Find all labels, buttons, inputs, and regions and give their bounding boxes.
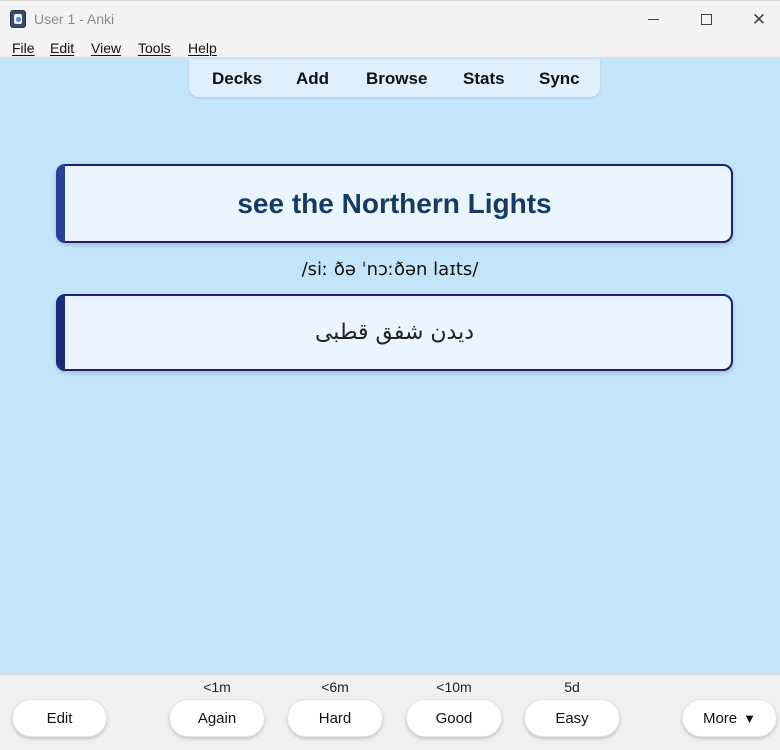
triangle-down-icon: ▼ [743,710,757,726]
title-bar: User 1 - Anki ✕ [0,0,780,36]
menu-file[interactable]: File [12,40,35,56]
menu-bar: File Edit View Tools Help [0,36,780,58]
toolbar-decks[interactable]: Decks [212,69,262,89]
card-back-box: دیدن شفق قطبی [56,294,733,371]
again-button[interactable]: Again [169,699,265,737]
toolbar-add[interactable]: Add [296,69,329,89]
interval-easy: 5d [564,679,580,695]
main-toolbar: Decks Add Browse Stats Sync [189,59,600,97]
maximize-icon [700,13,712,25]
easy-button[interactable]: Easy [524,699,620,737]
hard-button[interactable]: Hard [287,699,383,737]
toolbar-browse[interactable]: Browse [366,69,427,89]
window-title: User 1 - Anki [34,11,115,27]
more-button[interactable]: More ▼ [682,699,777,737]
anki-app-icon [10,10,26,28]
more-label: More [702,709,738,727]
menu-view[interactable]: View [91,40,121,56]
card-back-text: دیدن شفق قطبی [314,320,475,345]
interval-hard: <6m [321,679,349,695]
menu-edit[interactable]: Edit [50,40,74,56]
menu-tools[interactable]: Tools [138,40,171,56]
interval-again: <1m [203,679,231,695]
close-button[interactable]: ✕ [736,1,780,37]
toolbar-stats[interactable]: Stats [463,69,505,89]
interval-good: <10m [436,679,472,695]
menu-help[interactable]: Help [188,40,217,56]
minimize-icon [647,18,659,20]
edit-button[interactable]: Edit [12,699,107,737]
pronunciation-text: /siː ðə ˈnɔːðən laɪts/ [301,259,479,280]
review-bar: <1m <6m <10m 5d Edit Again Hard Good Eas… [0,674,780,750]
card-front-box: see the Northern Lights [56,164,733,243]
toolbar-sync[interactable]: Sync [539,69,580,89]
minimize-button[interactable] [630,1,676,37]
maximize-button[interactable] [683,1,729,37]
good-button[interactable]: Good [406,699,502,737]
card-front-text: see the Northern Lights [237,188,552,219]
close-icon: ✕ [751,9,767,29]
